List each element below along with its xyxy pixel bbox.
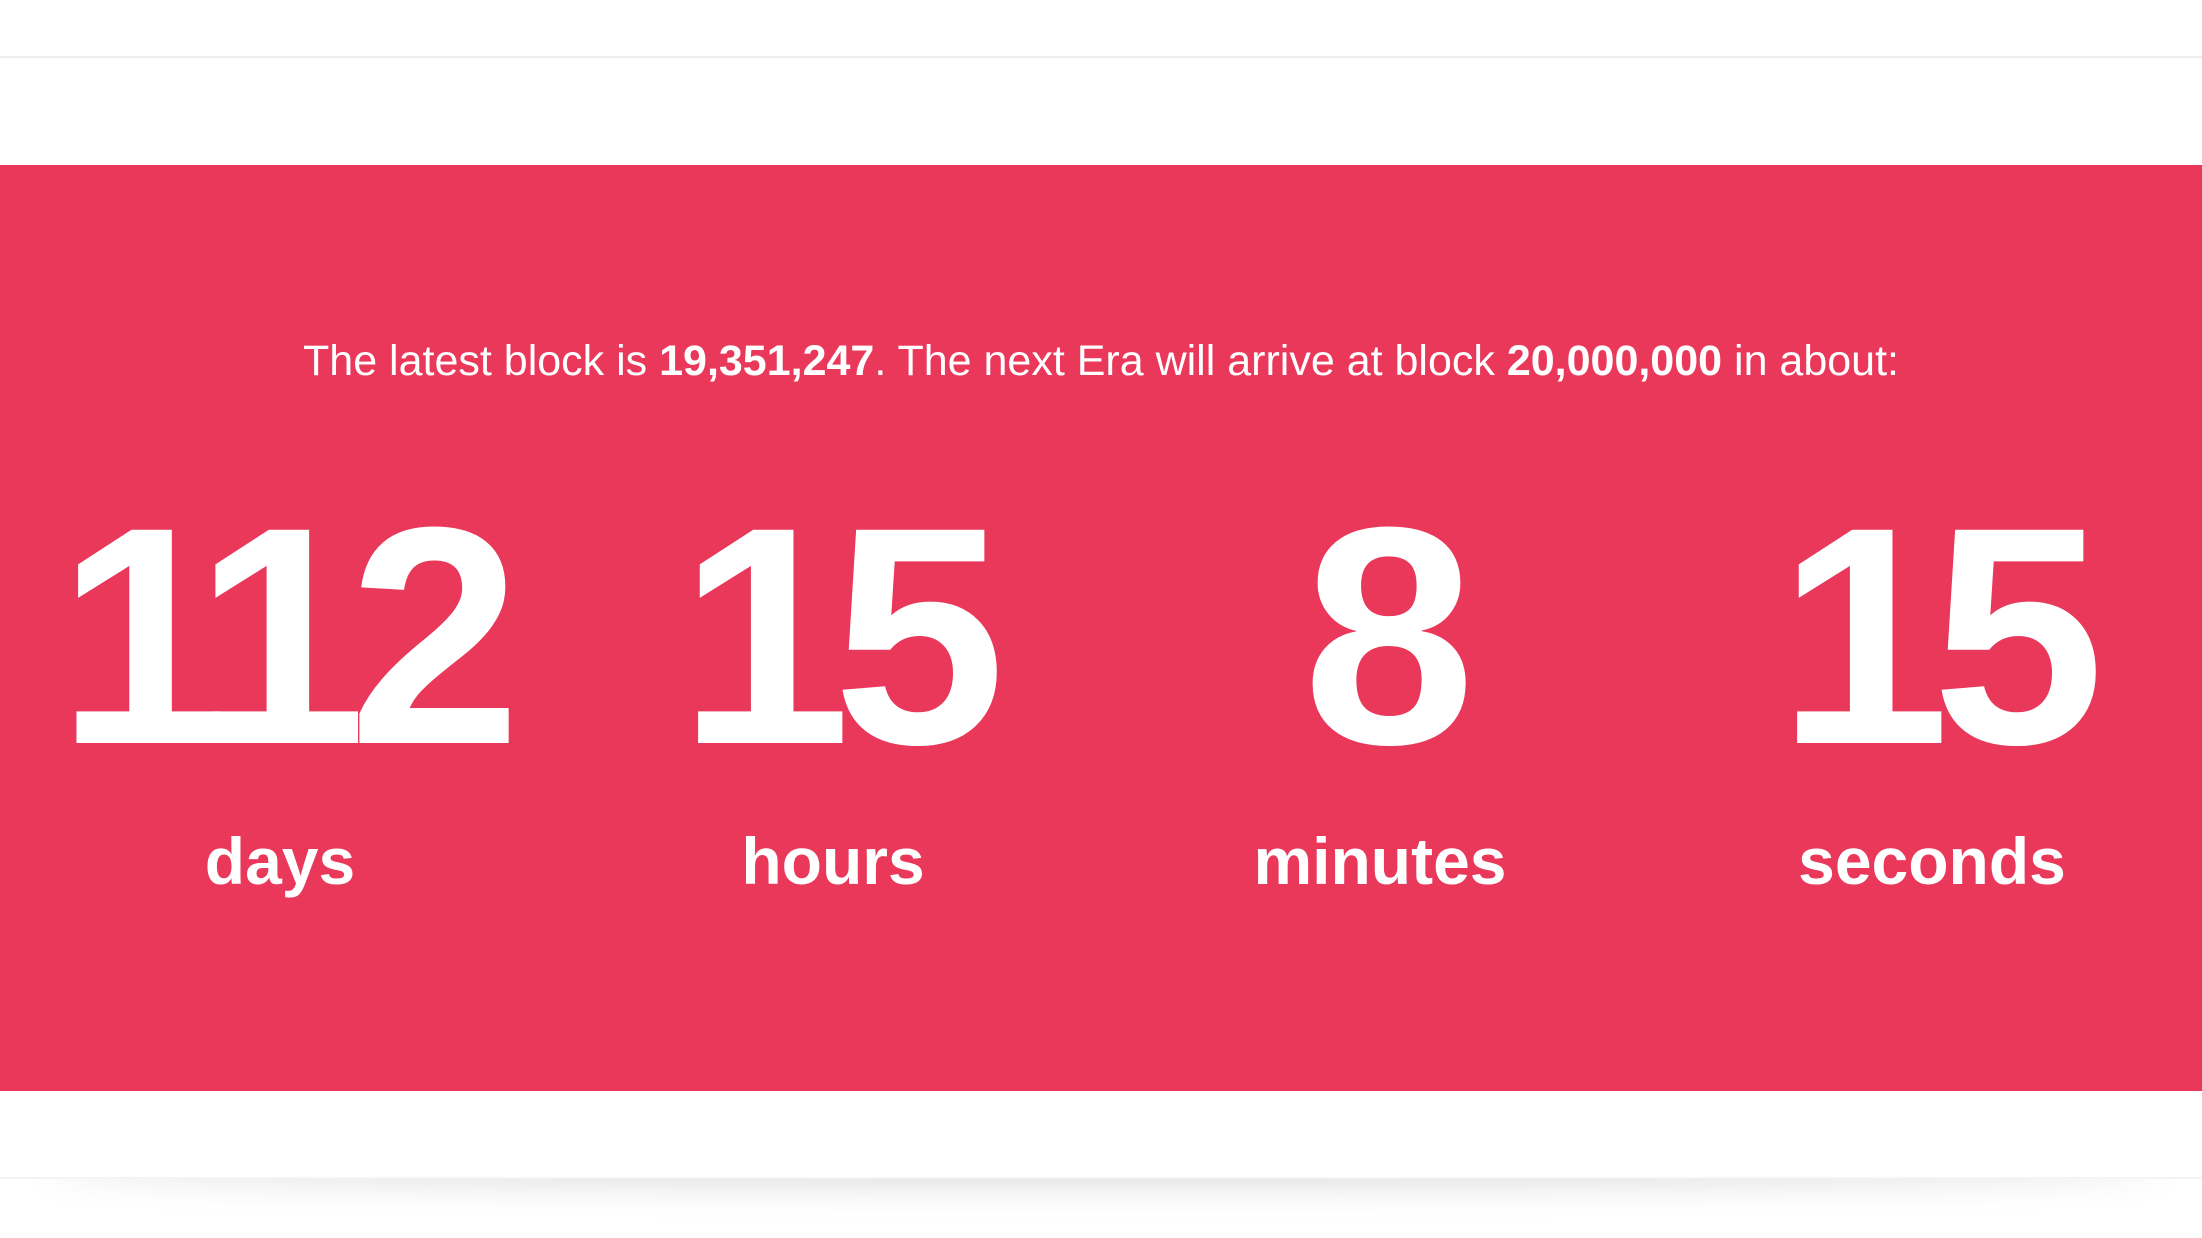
minutes-countdown-unit: 8 minutes [1100, 481, 1660, 921]
countdown-banner: The latest block is 19,351,247. The next… [0, 165, 2202, 1091]
status-prefix: The latest block is [303, 337, 660, 385]
days-countdown-unit: 112 days [0, 481, 560, 921]
top-navigation-area [0, 0, 2202, 58]
days-value: 112 [56, 462, 521, 809]
status-middle: . The next Era will arrive at block [874, 337, 1507, 385]
seconds-label: seconds [1798, 824, 2066, 898]
status-suffix: in about: [1722, 337, 1899, 385]
block-status-text: The latest block is 19,351,247. The next… [0, 337, 2202, 386]
lower-divider [0, 1177, 2202, 1179]
seconds-countdown-unit: 15 seconds [1652, 481, 2202, 921]
minutes-label: minutes [1253, 824, 1507, 898]
seconds-value: 15 [1777, 462, 2105, 809]
minutes-value: 8 [1302, 462, 1475, 809]
days-label: days [204, 824, 356, 898]
hours-countdown-unit: 15 hours [553, 481, 1113, 921]
lower-white-panel [0, 1091, 2202, 1177]
target-block-number: 20,000,000 [1506, 337, 1723, 385]
hours-value: 15 [678, 462, 1006, 809]
hours-label: hours [741, 824, 925, 898]
latest-block-number: 19,351,247 [659, 337, 875, 385]
